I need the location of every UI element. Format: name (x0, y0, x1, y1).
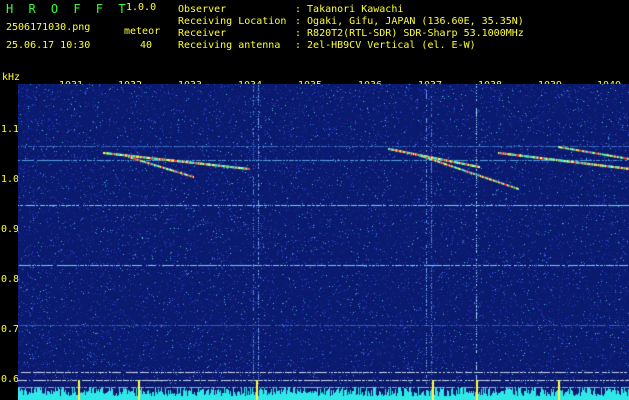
hrofft-window: H R O F F T 1.0.0 2506171030.png meteor … (0, 0, 629, 400)
observer-value: : Takanori Kawachi (295, 4, 404, 15)
frequency-unit: kHz (2, 72, 21, 83)
meteor-label: meteor (124, 26, 161, 37)
location-label: Receiving Location (178, 16, 287, 27)
y-tick: 0.7 (1, 324, 20, 335)
spectrogram-canvas (18, 84, 629, 400)
app-title: H R O F F T (6, 2, 130, 16)
location-value: : Ogaki, Gifu, JAPAN (136.60E, 35.35N) (295, 16, 524, 27)
image-filename: 2506171030.png (6, 22, 91, 33)
receiver-label: Receiver (178, 28, 227, 39)
y-tick: 1.1 (1, 124, 20, 135)
meteor-count: 40 (140, 40, 153, 51)
y-tick: 0.8 (1, 274, 20, 285)
antenna-label: Receiving antenna (178, 40, 281, 51)
observer-label: Observer (178, 4, 227, 15)
app-version: 1.0.0 (126, 2, 157, 13)
receiver-value: : R820T2(RTL-SDR) SDR-Sharp 53.1000MHz (295, 28, 524, 39)
y-tick: 0.9 (1, 224, 20, 235)
y-tick: 1.0 (1, 174, 20, 185)
timestamp: 25.06.17 10:30 (6, 40, 91, 51)
y-tick: 0.6 (1, 374, 20, 385)
antenna-value: : 2el-HB9CV Vertical (el. E-W) (295, 40, 476, 51)
